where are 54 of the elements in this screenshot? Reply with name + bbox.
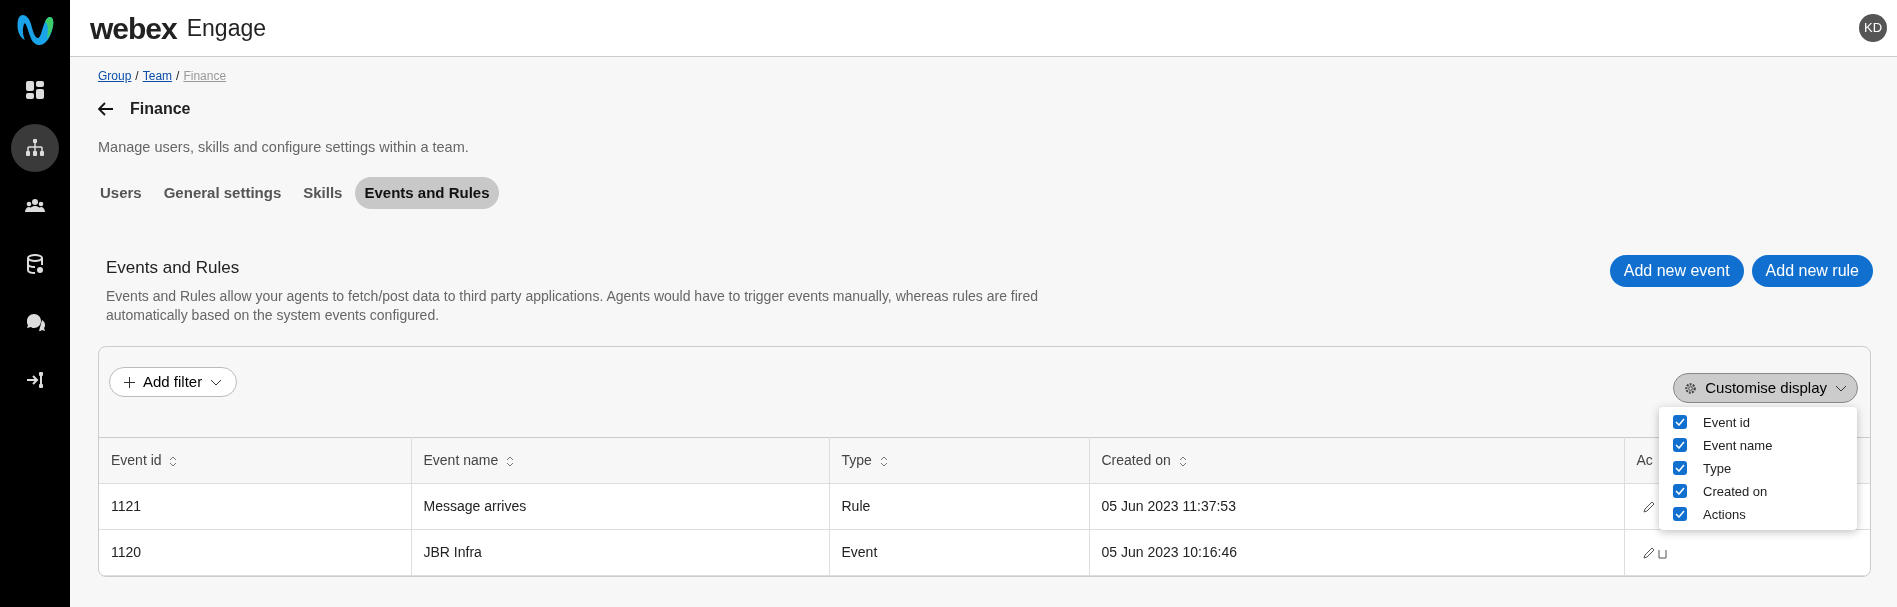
tab[interactable]: Skills (294, 176, 352, 210)
brand-name: webex (90, 10, 177, 47)
page-title: Finance (130, 99, 191, 119)
menu-option[interactable]: Type (1673, 456, 1843, 480)
database-icon (25, 254, 45, 274)
table-cell: Rule (829, 483, 1089, 530)
add-filter-button[interactable]: Add filter (109, 366, 238, 398)
sidebar-item[interactable] (11, 124, 59, 172)
breadcrumb-link[interactable]: Group (98, 69, 132, 83)
checkbox[interactable] (1673, 438, 1687, 453)
menu-option[interactable]: Event id (1673, 410, 1843, 434)
menu-option[interactable]: Actions (1673, 502, 1843, 526)
checkbox[interactable] (1673, 461, 1687, 476)
hierarchy-icon (25, 138, 45, 158)
section-description: Events and Rules allow your agents to fetch/post data to third party applications. Agents would have to trigger events manually, whereas rules are fired automatically based on the system events configured. (106, 286, 1040, 326)
table-cell: JBR Infra (411, 529, 829, 576)
edit-icon[interactable] (1642, 501, 1655, 514)
table-cell: 1121 (99, 483, 411, 530)
product-name: Engage (186, 13, 267, 43)
column-header[interactable]: Event name (411, 437, 829, 484)
add-button[interactable]: Add new rule (1751, 255, 1873, 288)
breadcrumb-link[interactable]: Team (142, 69, 173, 83)
checkbox[interactable] (1673, 415, 1687, 430)
table-cell: Message arrives (411, 483, 829, 530)
checkbox[interactable] (1673, 507, 1687, 522)
breadcrumb-separator: / (135, 69, 139, 83)
plus-icon (124, 376, 135, 388)
tab[interactable]: Events and Rules (355, 176, 499, 210)
table-cell: Event (829, 529, 1089, 576)
settings-icon (1684, 381, 1698, 395)
edit-icon[interactable] (1642, 547, 1655, 560)
tab[interactable]: Users (91, 176, 151, 210)
customise-display-button[interactable]: Customise display (1673, 372, 1858, 404)
back-arrow-icon[interactable] (98, 102, 114, 116)
caret-icon (210, 378, 223, 386)
add-button[interactable]: Add new event (1609, 255, 1744, 288)
column-header[interactable]: Type (829, 437, 1089, 484)
table-cell: 1120 (99, 529, 411, 576)
column-header[interactable]: Event id (99, 437, 411, 484)
dashboard-icon (25, 80, 45, 100)
page-description: Manage users, skills and configure settings within a team. (98, 138, 470, 157)
menu-option[interactable]: Created on (1673, 479, 1843, 503)
arrow-icon (25, 370, 45, 390)
section-title: Events and Rules (106, 257, 241, 280)
user-avatar[interactable]: KD (1859, 14, 1887, 42)
checkbox[interactable] (1673, 484, 1687, 499)
menu-option[interactable]: Event name (1673, 433, 1843, 457)
breadcrumb-separator: / (176, 69, 180, 83)
table-cell: 05 Jun 2023 11:37:53 (1089, 483, 1624, 530)
caret-icon (1835, 384, 1847, 392)
chat-icon (25, 312, 45, 332)
tab[interactable]: General settings (154, 176, 291, 210)
column-header[interactable]: Created on (1089, 437, 1624, 484)
table-cell: 05 Jun 2023 10:16:46 (1089, 529, 1624, 576)
